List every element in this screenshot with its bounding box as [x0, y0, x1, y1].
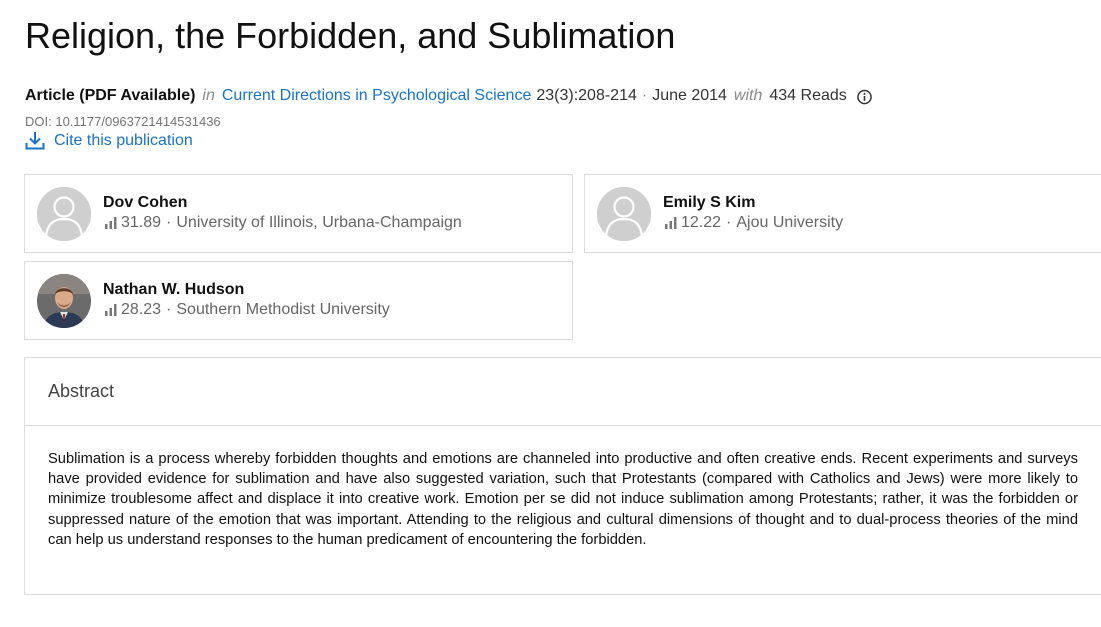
info-separator: ·	[166, 214, 172, 231]
info-separator: ·	[166, 301, 172, 318]
author-info: 12.22 · Ajou University	[665, 214, 843, 232]
info-separator: ·	[726, 214, 732, 231]
bar-chart-icon	[105, 304, 118, 316]
author-name[interactable]: Dov Cohen	[103, 194, 187, 212]
publication-date: June 2014	[652, 87, 727, 104]
publication-type: Article (PDF Available)	[25, 87, 196, 104]
bar-chart-icon	[665, 217, 678, 229]
cite-label: Cite this publication	[54, 131, 193, 149]
author-card-dov-cohen[interactable]: Dov Cohen 31.89 · University of Illinois…	[24, 174, 573, 253]
bar-chart-icon	[105, 217, 118, 229]
with-label: with	[733, 87, 763, 104]
author-card-nathan-w-hudson[interactable]: Nathan W. Hudson 28.23 · Southern Method…	[24, 261, 573, 340]
cite-publication-button[interactable]: Cite this publication	[25, 131, 193, 150]
author-affiliation[interactable]: Southern Methodist University	[176, 301, 389, 319]
publication-title: Religion, the Forbidden, and Sublimation	[25, 15, 676, 56]
abstract-section: Abstract Sublimation is a process whereb…	[24, 357, 1101, 595]
info-circle-icon[interactable]	[856, 89, 872, 104]
author-photo	[37, 274, 91, 328]
meta-separator: ·	[641, 87, 648, 104]
publication-meta: Article (PDF Available) in Current Direc…	[25, 87, 872, 105]
author-info: 31.89 · University of Illinois, Urbana-C…	[105, 214, 462, 232]
journal-link[interactable]: Current Directions in Psychological Scie…	[222, 87, 531, 105]
avatar-placeholder-icon	[597, 187, 651, 241]
volume-pages: 23(3):208-214	[536, 87, 637, 104]
abstract-heading: Abstract	[25, 358, 1101, 426]
avatar-placeholder-icon	[37, 187, 91, 241]
in-label: in	[202, 87, 215, 104]
author-score: 31.89	[121, 214, 162, 231]
download-icon	[25, 131, 54, 150]
reads-count: 434 Reads	[769, 87, 847, 104]
author-affiliation[interactable]: Ajou University	[736, 214, 843, 232]
doi: DOI: 10.1177/0963721414531436	[25, 114, 221, 129]
author-name[interactable]: Emily S Kim	[663, 194, 755, 212]
abstract-text: Sublimation is a process whereby forbidd…	[48, 451, 1078, 548]
author-score: 12.22	[681, 214, 722, 231]
author-card-emily-s-kim[interactable]: Emily S Kim 12.22 · Ajou University	[584, 174, 1101, 253]
author-affiliation[interactable]: University of Illinois, Urbana-Champaign	[176, 214, 461, 232]
author-name[interactable]: Nathan W. Hudson	[103, 281, 244, 299]
author-info: 28.23 · Southern Methodist University	[105, 301, 390, 319]
author-score: 28.23	[121, 301, 162, 318]
